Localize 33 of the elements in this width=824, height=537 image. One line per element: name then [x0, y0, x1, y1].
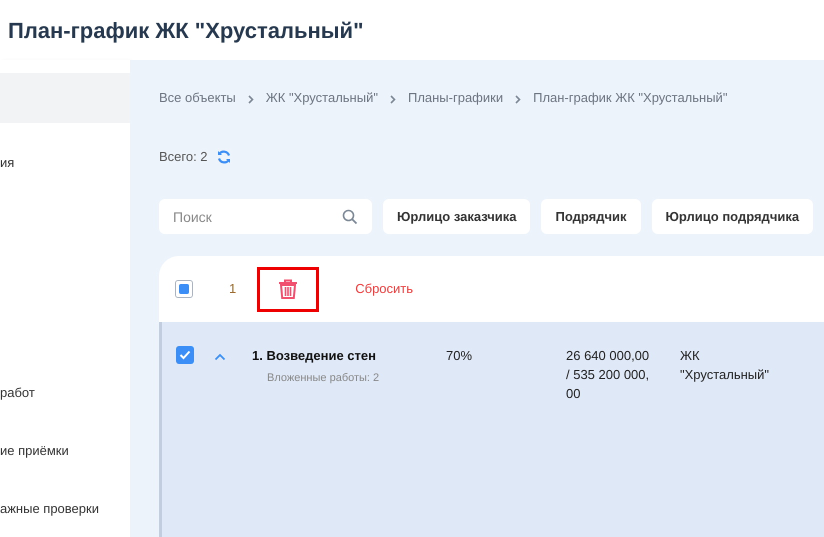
selected-count: 1: [229, 280, 236, 298]
work-title: 1. Возведение стен: [252, 347, 377, 365]
progress-cell-text: 70%: [446, 347, 474, 365]
filter-button[interactable]: Юрлицо заказчика: [383, 199, 530, 234]
search-field[interactable]: Поиск: [159, 199, 372, 234]
breadcrumb-link[interactable]: Все объекты: [159, 88, 236, 108]
checkbox[interactable]: [175, 280, 193, 298]
breadcrumb-chevron-icon: [390, 95, 396, 104]
chevron-up-icon[interactable]: [214, 353, 226, 361]
breadcrumb-link[interactable]: Планы-графики: [408, 88, 504, 108]
sidebar-item[interactable]: работ: [0, 362, 130, 422]
page-title: План-график ЖК "Хрустальный": [8, 16, 364, 45]
filter-button[interactable]: Юрлицо подрядчика: [652, 199, 814, 234]
table-row[interactable]: 1. Возведение стен Вложенные работы: 2 70% 26 640 000,00 / 535 200 000,00 ЖК "Хрустальный": [159, 322, 824, 537]
amount-cell-text: 26 640 000,00 / 535 200 000,00: [566, 347, 650, 403]
sidebar-item[interactable]: ажные проверки: [0, 480, 130, 537]
breadcrumb-link[interactable]: ЖК "Хрустальный": [266, 88, 378, 108]
search-icon: [342, 209, 358, 225]
filter-button[interactable]: Подрядчик: [541, 199, 641, 234]
checkbox[interactable]: [176, 346, 194, 364]
breadcrumb-link[interactable]: План-график ЖК "Хрустальный": [533, 88, 728, 108]
breadcrumb-chevron-icon: [248, 95, 254, 104]
sidebar-item[interactable]: ие приёмки: [0, 422, 130, 480]
delete-button[interactable]: [257, 266, 320, 312]
check-icon: [179, 350, 191, 360]
breadcrumb-chevron-icon: [515, 95, 522, 104]
work-subtitle: Вложенные работы: 2: [267, 370, 380, 386]
object-cell-text: ЖК "Хрустальный": [680, 347, 770, 384]
reset-link[interactable]: Сбросить: [355, 279, 414, 299]
sidebar-item[interactable]: ия: [0, 133, 130, 193]
total-count: Всего: 2: [159, 148, 208, 166]
refresh-icon[interactable]: [216, 149, 232, 165]
trash-icon: [277, 278, 300, 300]
